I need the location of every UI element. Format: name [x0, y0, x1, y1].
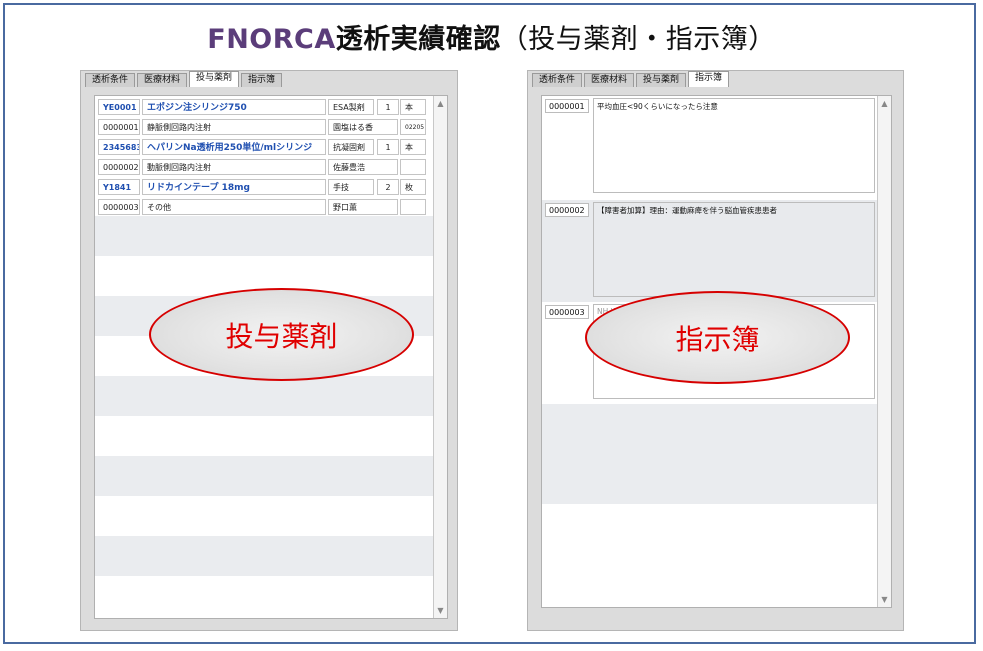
- medication-row[interactable]: 0000002 動脈側回路内注射 佐藤豊浩: [95, 157, 447, 177]
- medication-row[interactable]: YE0001 エポジン注シリンジ750 ESA製剤 1 本: [95, 97, 447, 117]
- tab-medication[interactable]: 投与薬剤: [189, 71, 240, 87]
- row-name: 動脈側回路内注射: [142, 159, 326, 175]
- medication-overlay-label: 投与薬剤: [225, 319, 338, 353]
- row-code: 0000003: [98, 199, 140, 215]
- tab-dialysis-conditions[interactable]: 透析条件: [85, 73, 136, 87]
- row-unit: 枚: [400, 179, 426, 195]
- row-unit: [400, 159, 426, 175]
- medication-row[interactable]: 2345683 ヘパリンNa透析用250単位/mlシリンジ 抗凝固剤 1 本: [95, 137, 447, 157]
- note-code: 0000002: [545, 203, 589, 217]
- empty-rows: [542, 404, 891, 607]
- row-name: リドカインテープ 18mg: [142, 179, 326, 195]
- row-name: エポジン注シリンジ750: [142, 99, 326, 115]
- row-code: 0000001: [98, 119, 140, 135]
- scroll-up-icon[interactable]: ▲: [878, 99, 891, 108]
- instruction-note: 0000002 【障害者加算】理由：運動麻痺を伴う脳血管疾患患者: [542, 200, 891, 302]
- row-code: 2345683: [98, 139, 140, 155]
- row-cat: 佐藤豊浩: [328, 159, 398, 175]
- note-text[interactable]: 平均血圧<90くらいになったら注意: [593, 98, 875, 193]
- row-unit: 本: [400, 99, 426, 115]
- instructions-panel: 透析条件 医療材料 投与薬剤 指示簿 0000001 平均血圧<90くらいになっ…: [527, 70, 904, 631]
- medication-overlay-ellipse: 投与薬剤: [149, 288, 414, 381]
- tab-medical-materials[interactable]: 医療材料: [137, 73, 188, 87]
- tab-medication[interactable]: 投与薬剤: [636, 73, 687, 87]
- title-brand: FNORCA: [207, 24, 336, 55]
- row-qty: 1: [377, 99, 399, 115]
- tab-instructions[interactable]: 指示簿: [241, 73, 283, 87]
- row-qty: 2: [377, 179, 399, 195]
- row-unit: 02205: [400, 119, 426, 135]
- row-cat: 園塩はる香: [328, 119, 398, 135]
- note-code: 0000003: [545, 305, 589, 319]
- tab-bar: 透析条件 医療材料 投与薬剤 指示簿: [81, 71, 284, 87]
- row-cat: ESA製剤: [328, 99, 374, 115]
- row-cat: 手技: [328, 179, 374, 195]
- note-code: 0000001: [545, 99, 589, 113]
- title-main: 透析実績確認: [335, 24, 501, 55]
- tab-medical-materials[interactable]: 医療材料: [584, 73, 635, 87]
- medication-row[interactable]: Y1841 リドカインテープ 18mg 手技 2 枚: [95, 177, 447, 197]
- note-text[interactable]: 【障害者加算】理由：運動麻痺を伴う脳血管疾患患者: [593, 202, 875, 297]
- instructions-overlay-label: 指示簿: [675, 322, 760, 356]
- instructions-overlay-ellipse: 指示簿: [585, 291, 850, 384]
- row-code: Y1841: [98, 179, 140, 195]
- row-cat: 抗凝固剤: [328, 139, 374, 155]
- vertical-scrollbar[interactable]: ▲ ▼: [433, 96, 447, 618]
- row-unit: 本: [400, 139, 426, 155]
- scroll-up-icon[interactable]: ▲: [434, 99, 447, 108]
- vertical-scrollbar[interactable]: ▲ ▼: [877, 96, 891, 607]
- medication-row[interactable]: 0000001 静脈側回路内注射 園塩はる香 02205: [95, 117, 447, 137]
- medication-panel: 透析条件 医療材料 投与薬剤 指示簿 YE0001 エポジン注シリンジ750 ESA…: [80, 70, 458, 631]
- title-paren: （投与薬剤・指示簿）: [500, 24, 776, 55]
- medication-row[interactable]: 0000003 その他 野口薫: [95, 197, 447, 217]
- tab-instructions[interactable]: 指示簿: [688, 71, 730, 87]
- empty-rows: [95, 216, 447, 616]
- row-code: 0000002: [98, 159, 140, 175]
- scroll-down-icon[interactable]: ▼: [878, 595, 891, 604]
- tab-dialysis-conditions[interactable]: 透析条件: [532, 73, 583, 87]
- row-unit: [400, 199, 426, 215]
- row-name: その他: [142, 199, 326, 215]
- row-name: 静脈側回路内注射: [142, 119, 326, 135]
- scroll-down-icon[interactable]: ▼: [434, 606, 447, 615]
- row-cat: 野口薫: [328, 199, 398, 215]
- row-name: ヘパリンNa透析用250単位/mlシリンジ: [142, 139, 326, 155]
- medication-rows: YE0001 エポジン注シリンジ750 ESA製剤 1 本 0000001 静脈側回路内注射…: [95, 97, 447, 217]
- row-qty: 1: [377, 139, 399, 155]
- tab-bar: 透析条件 医療材料 投与薬剤 指示簿: [528, 71, 731, 87]
- row-code: YE0001: [98, 99, 140, 115]
- page-title: FNORCA透析実績確認（投与薬剤・指示簿）: [5, 17, 978, 56]
- instruction-note: 0000001 平均血圧<90くらいになったら注意: [542, 96, 891, 198]
